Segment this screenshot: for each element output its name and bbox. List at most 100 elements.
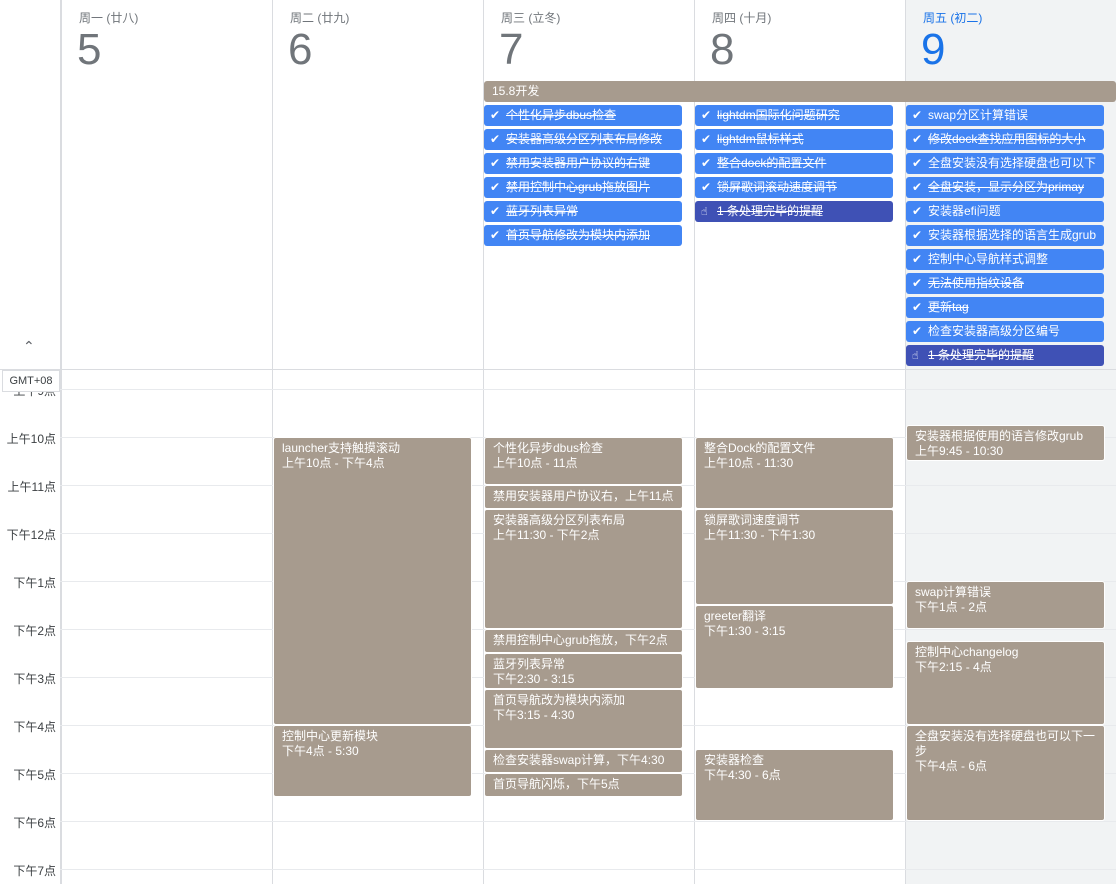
- event-time: 下午4:30 - 6点: [704, 768, 781, 782]
- task-label: 检查安装器高级分区编号: [928, 324, 1061, 338]
- task-chip[interactable]: ✔ 禁用安装器用户协议的右键: [484, 153, 682, 174]
- hour-label: 下午3点: [13, 672, 56, 686]
- task-chip[interactable]: ✔ 首页导航修改为模块内添加: [484, 225, 682, 246]
- calendar-event[interactable]: 首页导航改为模块内添加 下午3:15 - 4:30: [484, 689, 683, 749]
- event-title: 禁用控制中心grub拖放，下午2点: [493, 633, 668, 647]
- check-icon: ✔: [912, 252, 923, 266]
- calendar-event[interactable]: 安装器高级分区列表布局 上午11:30 - 下午2点: [484, 509, 683, 629]
- calendar-week-view: 周一 (廿八) 5 周二 (廿九) 6 周三 (立冬) 7 周四 (十月) 8 …: [0, 0, 1116, 884]
- event-title: 检查安装器swap计算，下午4:30: [493, 753, 665, 767]
- task-chip[interactable]: ✔ 全盘安装没有选择硬盘也可以下: [906, 153, 1104, 174]
- event-time: 下午1:30 - 3:15: [704, 624, 786, 638]
- event-title: launcher支持触摸滚动: [282, 441, 401, 455]
- task-chip[interactable]: ✔ lightdm国际化问题研究: [695, 105, 893, 126]
- task-label: 首页导航修改为模块内添加: [506, 228, 651, 242]
- day-number[interactable]: 7: [499, 24, 523, 76]
- event-title: 首页导航闪烁，下午5点: [493, 777, 620, 791]
- task-chip[interactable]: ✔ 锁屏歌词滚动速度调节: [695, 177, 893, 198]
- event-title: greeter翻译: [704, 609, 767, 623]
- task-chip[interactable]: ✔ 控制中心导航样式调整: [906, 249, 1104, 270]
- event-time: 下午4点 - 6点: [915, 759, 988, 773]
- hour-label: 下午5点: [13, 768, 56, 782]
- task-chip[interactable]: ✔ swap分区计算错误: [906, 105, 1104, 126]
- calendar-event[interactable]: swap计算错误 下午1点 - 2点: [906, 581, 1105, 629]
- calendar-event[interactable]: greeter翻译 下午1:30 - 3:15: [695, 605, 894, 689]
- hour-label: 下午12点: [6, 528, 56, 542]
- task-chip[interactable]: ✔ 禁用控制中心grub拖放图片: [484, 177, 682, 198]
- task-label: 锁屏歌词滚动速度调节: [717, 180, 838, 194]
- calendar-event[interactable]: 控制中心changelog 下午2:15 - 4点: [906, 641, 1105, 725]
- calendar-event[interactable]: 安装器根据使用的语言修改grub 上午9:45 - 10:30: [906, 425, 1105, 461]
- check-icon: ✔: [701, 180, 712, 194]
- event-time: 下午1点 - 2点: [915, 600, 988, 614]
- day-number[interactable]: 5: [77, 24, 101, 76]
- event-title: 锁屏歌词速度调节: [704, 513, 801, 527]
- task-chip[interactable]: ✔ 安装器根据选择的语言生成grub: [906, 225, 1104, 246]
- calendar-event[interactable]: 锁屏歌词速度调节 上午11:30 - 下午1:30: [695, 509, 894, 605]
- task-chip[interactable]: ✔ 无法使用指纹设备: [906, 273, 1104, 294]
- task-chip[interactable]: ✔ 检查安装器高级分区编号: [906, 321, 1104, 342]
- event-title: swap计算错误: [915, 585, 992, 599]
- task-label: 无法使用指纹设备: [928, 276, 1025, 290]
- task-label: 整合dock的配置文件: [717, 156, 827, 170]
- task-chip[interactable]: ✔ lightdm鼠标样式: [695, 129, 893, 150]
- task-label: 安装器根据选择的语言生成grub: [928, 228, 1097, 242]
- check-icon: ✔: [912, 156, 923, 170]
- calendar-event[interactable]: 禁用控制中心grub拖放，下午2点: [484, 629, 683, 653]
- calendar-event[interactable]: 蓝牙列表异常 下午2:30 - 3:15: [484, 653, 683, 689]
- task-chip[interactable]: ✔ 全盘安装，显示分区为primay: [906, 177, 1104, 198]
- hour-line: [60, 821, 1116, 822]
- check-icon: ✔: [912, 180, 923, 194]
- event-title: 蓝牙列表异常: [493, 657, 566, 671]
- task-chip[interactable]: ✔ 更新tag: [906, 297, 1104, 318]
- reminder-chip-thu[interactable]: ☝ 1 条处理完毕的提醒: [695, 201, 893, 222]
- allday-event-banner[interactable]: 15.8开发: [484, 81, 1116, 102]
- check-icon: ✔: [912, 324, 923, 338]
- check-icon: ✔: [701, 132, 712, 146]
- event-time: 上午9:45 - 10:30: [915, 444, 1004, 458]
- calendar-event[interactable]: 首页导航闪烁，下午5点: [484, 773, 683, 797]
- day-number[interactable]: 8: [710, 24, 734, 76]
- day-header-mon[interactable]: 周一 (廿八) 5: [61, 0, 272, 370]
- collapse-allday-icon[interactable]: ⌃: [23, 338, 35, 355]
- task-label: swap分区计算错误: [928, 108, 1029, 122]
- calendar-event[interactable]: 禁用安装器用户协议右，上午11点: [484, 485, 683, 509]
- event-title: 安装器高级分区列表布局: [493, 513, 626, 527]
- calendar-event[interactable]: 个性化异步dbus检查 上午10点 - 11点: [484, 437, 683, 485]
- day-header-tue[interactable]: 周二 (廿九) 6: [272, 0, 483, 370]
- task-label: 安装器高级分区列表布局修改: [506, 132, 663, 146]
- task-chip[interactable]: ✔ 修改dock查找应用图标的大小: [906, 129, 1104, 150]
- calendar-event[interactable]: 安装器检查 下午4:30 - 6点: [695, 749, 894, 821]
- event-time: 上午10点 - 11点: [493, 456, 578, 470]
- reminder-label: 1 条处理完毕的提醒: [717, 204, 824, 218]
- task-label: 修改dock查找应用图标的大小: [928, 132, 1086, 146]
- task-label: 安装器efi问题: [928, 204, 1001, 218]
- task-chip[interactable]: ✔ 蓝牙列表异常: [484, 201, 682, 222]
- check-icon: ✔: [912, 300, 923, 314]
- calendar-event[interactable]: 检查安装器swap计算，下午4:30: [484, 749, 683, 773]
- event-title: 控制中心更新模块: [282, 729, 379, 743]
- calendar-event[interactable]: 全盘安装没有选择硬盘也可以下一步 下午4点 - 6点: [906, 725, 1105, 821]
- event-time: 下午3:15 - 4:30: [493, 708, 575, 722]
- timezone-label[interactable]: GMT+08: [2, 370, 60, 392]
- event-time: 上午10点 - 11:30: [704, 456, 794, 470]
- check-icon: ✔: [912, 204, 923, 218]
- event-time: 下午4点 - 5:30: [282, 744, 359, 758]
- check-icon: ✔: [912, 108, 923, 122]
- event-title: 安装器检查: [704, 753, 765, 767]
- check-icon: ✔: [490, 156, 501, 170]
- task-label: lightdm鼠标样式: [717, 132, 804, 146]
- calendar-event[interactable]: launcher支持触摸滚动 上午10点 - 下午4点: [273, 437, 472, 725]
- day-number[interactable]: 9: [921, 24, 945, 76]
- task-chip[interactable]: ✔ 安装器efi问题: [906, 201, 1104, 222]
- event-title: 控制中心changelog: [915, 645, 1019, 659]
- event-title: 首页导航改为模块内添加: [493, 693, 626, 707]
- calendar-event[interactable]: 控制中心更新模块 下午4点 - 5:30: [273, 725, 472, 797]
- task-chip[interactable]: ✔ 安装器高级分区列表布局修改: [484, 129, 682, 150]
- reminder-chip-fri[interactable]: ☝ 1 条处理完毕的提醒: [906, 345, 1104, 366]
- task-chip[interactable]: ✔ 个性化异步dbus检查: [484, 105, 682, 126]
- task-chip[interactable]: ✔ 整合dock的配置文件: [695, 153, 893, 174]
- day-number[interactable]: 6: [288, 24, 312, 76]
- grid-column-mon[interactable]: [61, 370, 272, 884]
- calendar-event[interactable]: 整合Dock的配置文件 上午10点 - 11:30: [695, 437, 894, 509]
